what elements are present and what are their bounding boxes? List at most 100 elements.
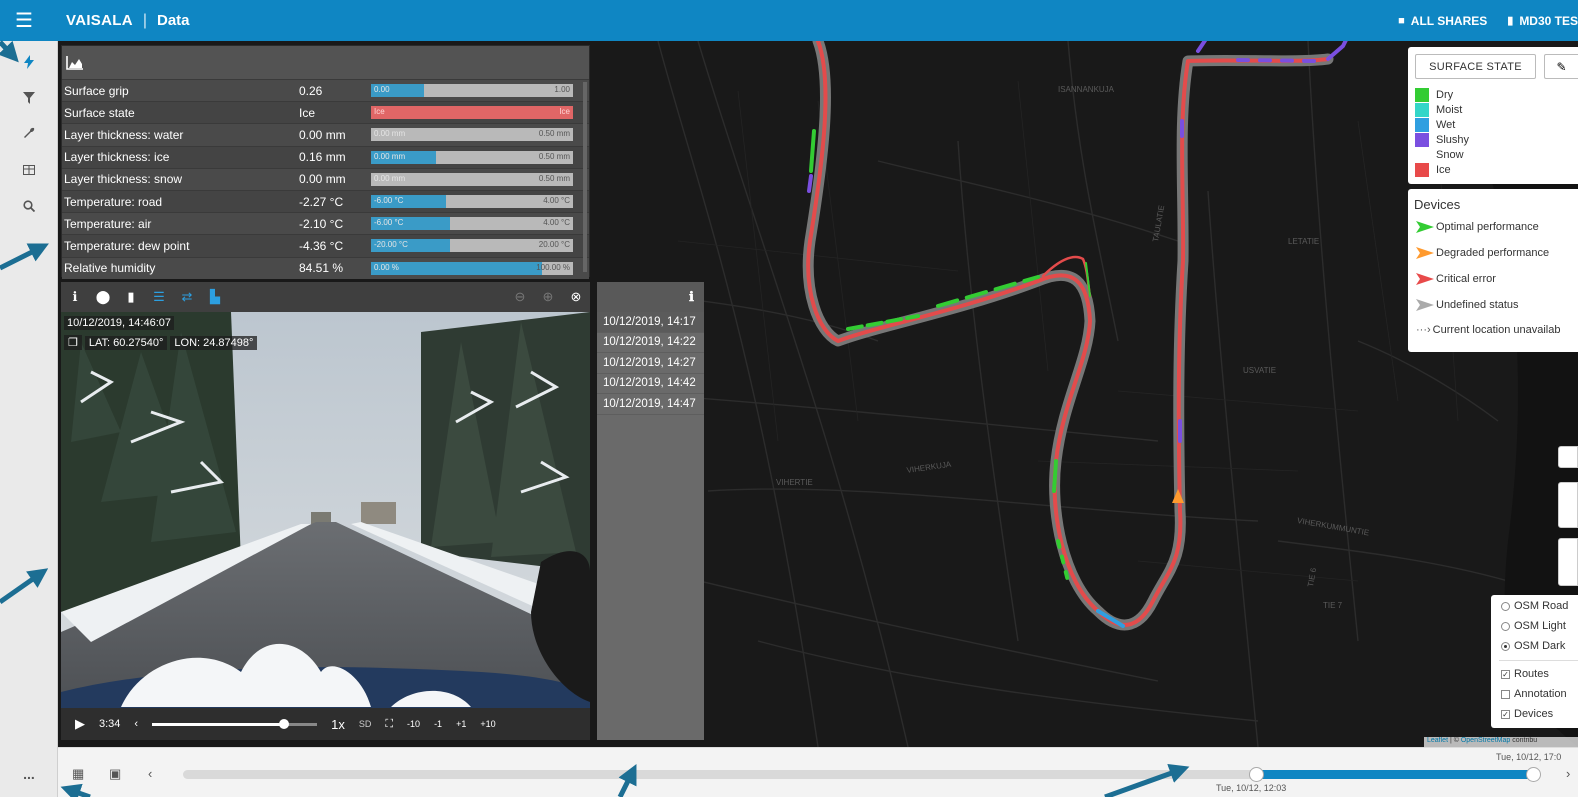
timestamp-item[interactable]: 10/12/2019, 14:42 [597, 374, 704, 394]
quality-button[interactable]: SD [359, 719, 372, 729]
area-chart-icon[interactable] [66, 55, 84, 70]
data-row-bar-max: Ice [559, 107, 570, 117]
device-status-item: Degraded performance [1416, 247, 1549, 259]
fullscreen-icon[interactable]: ⛶ [385, 718, 393, 731]
play-icon[interactable]: ▶ [75, 716, 85, 732]
zoom-in-icon[interactable]: ⊕ [534, 289, 562, 305]
legend-item: Wet [1415, 117, 1469, 132]
video-frame[interactable]: 10/12/2019, 14:46:07 ❐ LAT: 60.27540° LO… [61, 312, 590, 708]
calendar-start-icon[interactable]: ▦ [72, 766, 84, 782]
overlay-layer-option[interactable]: ✓ Devices [1501, 708, 1553, 720]
data-row-label: Relative humidity [64, 261, 156, 276]
device-status-label: Degraded performance [1436, 247, 1550, 259]
data-row-bar: 0.00 mm 0.50 mm [371, 150, 573, 164]
data-row-bar-min: -20.00 °C [374, 240, 408, 250]
data-row-bar-max: 0.50 mm [538, 129, 570, 139]
radio-button[interactable] [1501, 601, 1510, 611]
map-draw-control[interactable] [1558, 482, 1578, 528]
street-label: ISANNANKUJA [1058, 85, 1115, 94]
data-row: Relative humidity 84.51 % 0.00 % 100.00 % [62, 256, 589, 279]
device-selector[interactable]: ▮ MD30 TES [1507, 14, 1578, 28]
devices-title: Devices [1414, 197, 1461, 212]
skip-back-10-button[interactable]: -10 [407, 719, 420, 729]
base-layer-option[interactable]: OSM Light [1501, 620, 1566, 632]
base-layer-option[interactable]: OSM Dark [1501, 640, 1565, 652]
data-panel-scrollbar[interactable] [583, 82, 587, 272]
data-row-value: 0.26 [299, 83, 323, 98]
search-icon[interactable] [0, 193, 58, 219]
timestamps-header: ℹ [597, 282, 704, 312]
data-row-bar-max: 4.00 °C [543, 218, 570, 228]
timeline-end-label: Tue, 10/12, 17:0 [1496, 752, 1562, 762]
timeline-track[interactable] [183, 767, 1541, 782]
layer-control: OSM Road OSM Light OSM Dark ✓ Routes Annotati… [1491, 595, 1578, 728]
timeline-prev-icon[interactable]: ‹ [148, 766, 152, 781]
timestamp-item[interactable]: 10/12/2019, 14:17 [597, 312, 704, 333]
wrench-icon[interactable] [0, 120, 58, 146]
checkbox[interactable]: ✓ [1501, 709, 1510, 719]
radio-button[interactable] [1501, 621, 1510, 631]
skip-forward-10-button[interactable]: +10 [480, 719, 495, 729]
zoom-out-icon[interactable]: ⊖ [506, 289, 534, 305]
close-icon[interactable]: ⊗ [562, 289, 590, 305]
overlay-layer-label: Devices [1514, 708, 1554, 720]
base-layer-label: OSM Light [1514, 620, 1566, 632]
app-root: ISANNANKUJA TAULATIE LETATIE USVATIE VIH… [0, 0, 1578, 797]
skip-back-1-button[interactable]: -1 [434, 719, 442, 729]
repeat-icon[interactable]: ⇄ [173, 289, 201, 305]
data-row-bar: -20.00 °C 20.00 °C [371, 239, 573, 253]
timestamp-item[interactable]: 10/12/2019, 14:22 [597, 333, 704, 353]
timestamp-item[interactable]: 10/12/2019, 14:47 [597, 394, 704, 415]
top-bar: ☰ VAISALA | Data ■ ALL SHARES ▮ MD30 TES [0, 0, 1578, 41]
timestamp-item[interactable]: 10/12/2019, 14:27 [597, 353, 704, 374]
info-icon[interactable]: ℹ [61, 289, 89, 305]
more-icon[interactable]: ... [0, 761, 58, 787]
legend-items: Dry Moist Wet Slushy Snow Ice [1415, 87, 1469, 177]
overlay-layer-option[interactable]: Annotation [1501, 688, 1567, 700]
all-shares-button[interactable]: ■ ALL SHARES [1398, 14, 1487, 28]
data-row-bar-max: 4.00 °C [543, 196, 570, 206]
surface-state-button[interactable]: SURFACE STATE [1415, 54, 1536, 79]
video-toolbar: ℹ ⬤ ▮ ☰ ⇄ ▙ ⊖ ⊕ ⊗ [61, 282, 590, 312]
leaflet-link[interactable]: Leaflet [1427, 737, 1448, 744]
video-seek-bar[interactable] [152, 718, 318, 729]
timeline-end-handle[interactable] [1526, 767, 1541, 782]
base-layer-option[interactable]: OSM Road [1501, 600, 1568, 612]
checkbox[interactable]: ✓ [1501, 669, 1510, 679]
brand-logo: VAISALA [66, 12, 133, 29]
legend-item: Ice [1415, 162, 1469, 177]
radio-button[interactable] [1501, 641, 1510, 651]
map-zoom-control[interactable] [1558, 538, 1578, 586]
overlay-layer-option[interactable]: ✓ Routes [1501, 668, 1549, 680]
data-row: Layer thickness: water 0.00 mm 0.00 mm 0.50… [62, 123, 589, 146]
map-locate-button[interactable] [1558, 446, 1578, 468]
data-row-value: 0.00 mm [299, 127, 346, 142]
bolt-icon[interactable] [0, 49, 58, 75]
street-label: USVATIE [1243, 366, 1277, 375]
layer-divider [1499, 660, 1578, 661]
timeline-selection [1256, 770, 1533, 779]
filter-icon[interactable] [0, 85, 58, 111]
chart-icon[interactable]: ▙ [201, 289, 229, 305]
timeline-start-handle[interactable] [1249, 767, 1265, 782]
list-icon[interactable]: ☰ [145, 289, 173, 305]
skip-forward-1-button[interactable]: +1 [456, 719, 466, 729]
trash-icon[interactable]: ▮ [117, 289, 145, 305]
copy-icon[interactable]: ❐ [64, 335, 82, 350]
osm-link[interactable]: OpenStreetMap [1461, 737, 1510, 744]
data-row-bar-min: -6.00 °C [374, 218, 404, 228]
overlay-layer-label: Annotation [1514, 688, 1567, 700]
menu-icon[interactable]: ☰ [0, 0, 48, 41]
speed-button[interactable]: 1x [331, 717, 345, 732]
table-icon[interactable] [0, 157, 58, 183]
timestamp-list: 10/12/2019, 14:17 10/12/2019, 14:22 10/12/… [597, 312, 704, 415]
pencil-icon[interactable]: ✎ [1544, 54, 1578, 79]
timeline-next-icon[interactable]: › [1566, 766, 1570, 781]
seek-knob[interactable] [279, 718, 290, 729]
calendar-end-icon[interactable]: ▣ [109, 766, 121, 782]
data-row-bar-min: 0.00 mm [374, 129, 406, 139]
rewind-icon[interactable]: ‹ [134, 718, 138, 730]
info-icon[interactable]: ℹ [689, 289, 694, 305]
checkbox[interactable] [1501, 689, 1510, 699]
location-pin-icon[interactable]: ⬤ [89, 289, 117, 305]
